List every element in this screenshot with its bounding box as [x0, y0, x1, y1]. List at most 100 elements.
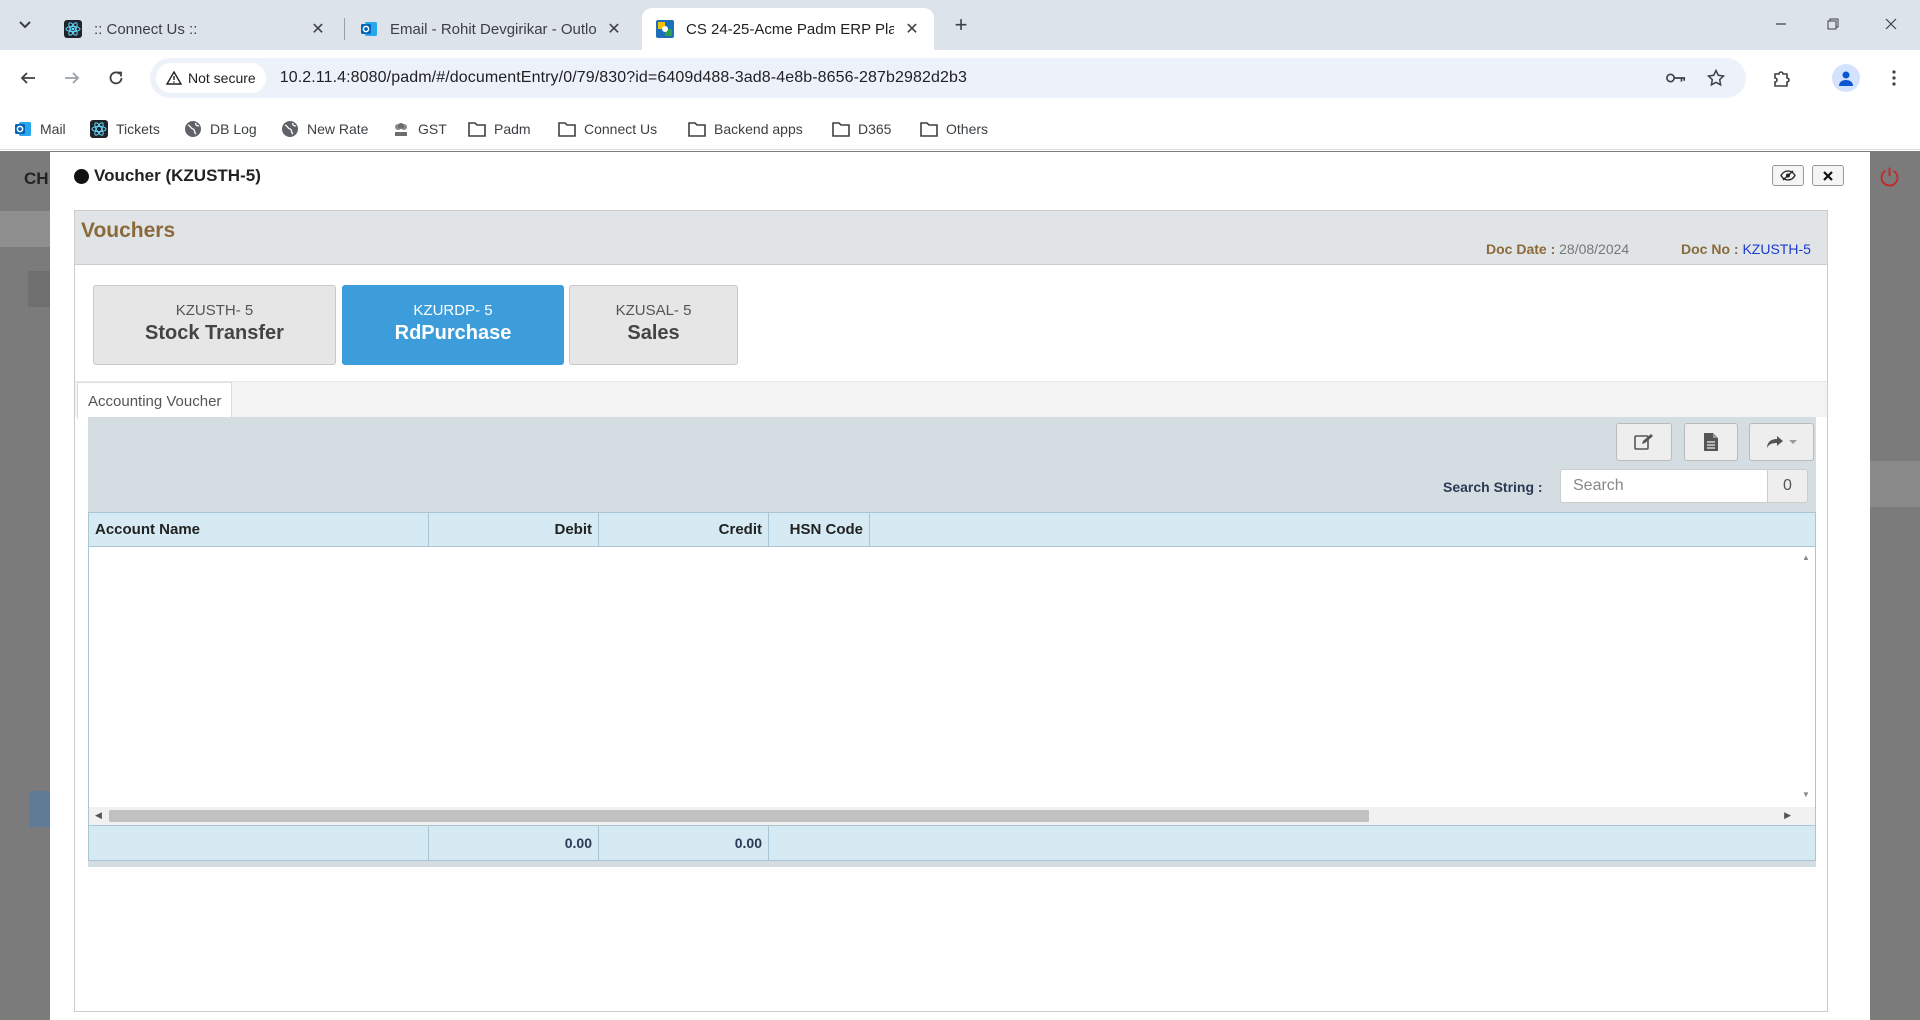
search-input[interactable] [1560, 469, 1768, 503]
reload-icon [109, 71, 123, 85]
restore-button[interactable] [1810, 8, 1856, 40]
voucher-card-rdpurchase[interactable]: KZURDP- 5 RdPurchase [342, 285, 564, 365]
bookmark-label: Others [946, 121, 989, 137]
total-debit: 0.00 [429, 826, 599, 860]
tab-accounting-voucher[interactable]: Accounting Voucher [77, 382, 233, 419]
close-tab-icon[interactable]: ✕ [902, 19, 922, 39]
close-window-button[interactable] [1868, 8, 1914, 40]
close-tab-icon[interactable]: ✕ [604, 19, 624, 39]
accounting-grid: Search String : 0 Account Name Debit Cre… [88, 417, 1816, 867]
file-text-icon [1704, 433, 1718, 451]
eye-slash-icon [1780, 170, 1796, 181]
forward-button[interactable] [56, 62, 88, 94]
bookmark-label: Backend apps [714, 121, 803, 137]
bookmark-folder-others[interactable]: Others [920, 116, 988, 142]
browser-toolbar: Not secure 10.2.11.4:8080/padm/#/documen… [0, 50, 1920, 108]
emblem-icon [392, 120, 410, 138]
browser-tab-strip: :: Connect Us :: ✕ Email - Rohit Devgiri… [0, 0, 1920, 50]
bookmark-star-icon[interactable] [1706, 68, 1726, 88]
profile-avatar[interactable] [1832, 64, 1860, 92]
extensions-button[interactable] [1768, 64, 1796, 92]
reload-button[interactable] [100, 62, 132, 94]
person-icon [1839, 71, 1853, 86]
share-icon [1766, 436, 1783, 448]
bookmark-tickets[interactable]: Tickets [90, 116, 160, 142]
browser-tab-connect-us[interactable]: :: Connect Us :: ✕ [50, 8, 340, 50]
bookmark-label: GST [418, 121, 447, 137]
voucher-card-stock-transfer[interactable]: KZUSTH- 5 Stock Transfer [93, 285, 336, 365]
outlook-icon [361, 22, 377, 36]
bookmarks-bar: Mail Tickets DB Log New Rate GST Padm Co… [0, 108, 1920, 150]
bookmark-label: Mail [40, 121, 66, 137]
caret-down-icon [1788, 440, 1797, 444]
folder-icon [468, 120, 486, 138]
bookmark-folder-d365[interactable]: D365 [832, 116, 891, 142]
doc-date-label: Doc Date : [1486, 241, 1556, 257]
bookmark-db-log[interactable]: DB Log [184, 116, 257, 142]
url-text[interactable]: 10.2.11.4:8080/padm/#/documentEntry/0/79… [280, 69, 967, 87]
browser-tab-email[interactable]: Email - Rohit Devgirikar - Outlo ✕ [346, 8, 636, 50]
voucher-card-sales[interactable]: KZUSAL- 5 Sales [569, 285, 738, 365]
share-dropdown-button[interactable] [1749, 423, 1814, 461]
voucher-name: Sales [627, 322, 680, 344]
bookmark-label: Padm [494, 121, 531, 137]
vouchers-panel: Vouchers Doc Date : 28/08/2024 Doc No : … [74, 210, 1828, 1012]
back-button[interactable] [12, 62, 44, 94]
toggle-visibility-button[interactable] [1772, 165, 1804, 186]
scroll-down-icon[interactable]: ▼ [1802, 790, 1810, 799]
browser-tab-padm[interactable]: CS 24-25-Acme Padm ERP Platf ✕ [642, 8, 934, 50]
column-header-credit[interactable]: Credit [599, 513, 769, 546]
bookmark-gst[interactable]: GST [392, 116, 447, 142]
bookmark-mail[interactable]: Mail [14, 116, 66, 142]
column-header-account-name[interactable]: Account Name [89, 513, 429, 546]
bookmark-label: D365 [858, 121, 892, 137]
tab-search-button[interactable] [10, 10, 40, 40]
horizontal-scrollbar[interactable]: ◀ ▶ [88, 807, 1816, 825]
column-header-hsn-code[interactable]: HSN Code [769, 513, 870, 546]
chevron-down-icon [19, 21, 31, 29]
bookmark-label: DB Log [210, 121, 257, 137]
doc-date: Doc Date : 28/08/2024 [1486, 241, 1629, 257]
vertical-scrollbar[interactable]: ▲ ▼ [1798, 547, 1815, 807]
scroll-left-icon[interactable]: ◀ [95, 810, 102, 821]
total-credit: 0.00 [599, 826, 769, 860]
edit-button[interactable] [1616, 423, 1672, 461]
arrow-left-icon [20, 72, 35, 84]
more-vertical-icon [1892, 70, 1896, 86]
column-header-debit[interactable]: Debit [429, 513, 599, 546]
bookmark-new-rate[interactable]: New Rate [281, 116, 368, 142]
bookmark-label: Connect Us [584, 121, 658, 137]
modal-close-button[interactable] [1812, 165, 1844, 186]
table-header: Account Name Debit Credit HSN Code [88, 512, 1816, 547]
password-key-icon[interactable] [1666, 68, 1686, 88]
scroll-right-icon[interactable]: ▶ [1784, 810, 1791, 821]
total-filler [769, 826, 1815, 860]
power-icon[interactable]: ⏻ [1880, 165, 1899, 193]
browser-menu-button[interactable] [1880, 64, 1908, 92]
voucher-name: RdPurchase [394, 322, 512, 344]
minimize-button[interactable] [1758, 8, 1804, 40]
site-info-button[interactable]: Not secure [156, 63, 266, 93]
close-icon [1885, 18, 1897, 30]
bookmark-label: New Rate [307, 121, 369, 137]
new-tab-button[interactable]: + [948, 12, 974, 38]
address-bar[interactable]: Not secure 10.2.11.4:8080/padm/#/documen… [150, 58, 1746, 98]
voucher-code: KZUSTH- 5 [175, 302, 254, 319]
globe-icon [281, 120, 299, 138]
react-icon [64, 20, 82, 38]
bookmark-label: Tickets [116, 121, 160, 137]
bookmark-folder-backend-apps[interactable]: Backend apps [688, 116, 803, 142]
security-label: Not secure [188, 70, 256, 86]
document-button[interactable] [1684, 423, 1738, 461]
voucher-code: KZURDP- 5 [413, 302, 493, 319]
tab-title: :: Connect Us :: [94, 20, 198, 38]
tab-title: CS 24-25-Acme Padm ERP Platf [686, 20, 894, 38]
bookmark-folder-connect-us[interactable]: Connect Us [558, 116, 657, 142]
close-tab-icon[interactable]: ✕ [308, 19, 328, 39]
doc-no-value: KZUSTH-5 [1742, 241, 1811, 257]
bookmark-folder-padm[interactable]: Padm [468, 116, 531, 142]
scrollbar-thumb[interactable] [109, 810, 1369, 822]
status-dot-icon [74, 168, 89, 184]
scroll-up-icon[interactable]: ▲ [1802, 553, 1810, 562]
app-header-text: CH [24, 169, 49, 188]
